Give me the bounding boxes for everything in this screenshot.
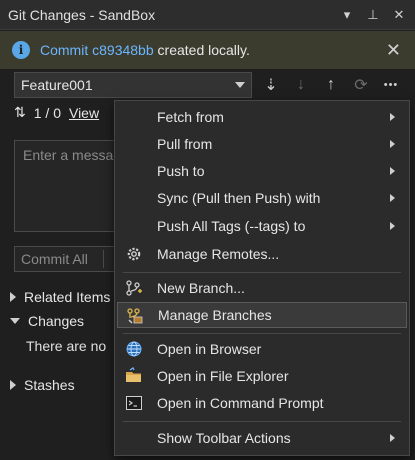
- menu-item-open-in-browser[interactable]: Open in Browser: [115, 336, 409, 362]
- menu-item-manage-branches[interactable]: Manage Branches: [117, 302, 407, 328]
- branch-name: Feature001: [21, 77, 93, 93]
- related-items-label: Related Items: [24, 289, 111, 305]
- fetch-icon[interactable]: ⇣: [262, 74, 280, 96]
- menu-item-push-to[interactable]: Push to: [115, 158, 409, 184]
- gear-icon: [125, 245, 143, 263]
- no-changes-text: There are no: [26, 338, 107, 354]
- menu-item-label: Manage Branches: [158, 307, 272, 323]
- commit-id-link[interactable]: c89348bb: [92, 42, 154, 58]
- expand-icon: [10, 292, 16, 302]
- expand-icon: [10, 380, 16, 390]
- chevron-right-icon: [390, 113, 395, 121]
- menu-separator: [123, 333, 401, 334]
- info-suffix: created locally.: [157, 42, 250, 58]
- menu-item-label: Push All Tags (--tags) to: [157, 218, 306, 234]
- stashes-label: Stashes: [24, 377, 75, 393]
- menu-item-label: Open in File Explorer: [157, 368, 289, 384]
- pin-icon[interactable]: ⊥: [365, 6, 381, 24]
- sync-arrows-icon: ⇅: [14, 104, 26, 120]
- folder-icon: [125, 367, 143, 385]
- outgoing-incoming-counts: 1 / 0: [33, 104, 61, 121]
- chevron-right-icon: [390, 194, 395, 202]
- info-message: Commit c89348bb created locally.: [40, 42, 250, 58]
- menu-separator: [123, 421, 401, 422]
- menu-item-label: Open in Browser: [157, 341, 262, 357]
- menu-item-label: Manage Remotes...: [157, 246, 280, 262]
- info-bar: i Commit c89348bb created locally. ✕: [0, 31, 415, 69]
- menu-separator: [123, 272, 401, 273]
- sync-icon[interactable]: ⟳: [352, 74, 370, 96]
- view-outgoing-link[interactable]: View: [69, 105, 99, 121]
- menu-item-manage-remotes[interactable]: Manage Remotes...: [115, 241, 409, 267]
- menu-item-label: Fetch from: [157, 109, 224, 125]
- menu-item-label: Pull from: [157, 136, 213, 152]
- section-changes[interactable]: Changes: [10, 313, 84, 329]
- menu-item-label: Show Toolbar Actions: [157, 430, 291, 446]
- globe-icon: [125, 340, 143, 358]
- menu-item-fetch-from[interactable]: Fetch from: [115, 104, 409, 130]
- sync-status: ⇅ 1 / 0 View: [14, 104, 99, 121]
- push-icon[interactable]: ↑: [322, 74, 340, 96]
- window-options-icon[interactable]: ▾: [339, 6, 355, 24]
- commit-prefix-link[interactable]: Commit: [40, 42, 88, 58]
- commit-all-button[interactable]: Commit All: [14, 246, 124, 272]
- pull-icon[interactable]: ↓: [292, 74, 310, 96]
- chevron-down-icon: [235, 82, 245, 88]
- menu-item-label: Sync (Pull then Push) with: [157, 190, 321, 206]
- section-related-items[interactable]: Related Items: [10, 289, 110, 305]
- terminal-icon: [125, 394, 143, 412]
- info-icon: i: [12, 41, 30, 59]
- branch-dropdown[interactable]: Feature001: [14, 72, 252, 98]
- section-stashes[interactable]: Stashes: [10, 377, 75, 393]
- git-toolbar: ⇣ ↓ ↑ ⟳ •••: [262, 72, 400, 98]
- commit-message-input[interactable]: Enter a message: [14, 140, 124, 232]
- menu-item-label: Push to: [157, 163, 205, 179]
- chevron-right-icon: [390, 434, 395, 442]
- new-branch-icon: [125, 279, 143, 297]
- commit-all-label: Commit All: [21, 251, 88, 267]
- chevron-right-icon: [390, 167, 395, 175]
- menu-item-label: Open in Command Prompt: [157, 395, 324, 411]
- close-icon[interactable]: ✕: [391, 6, 407, 24]
- menu-item-show-toolbar-actions[interactable]: Show Toolbar Actions: [115, 425, 409, 451]
- changes-label: Changes: [28, 313, 85, 329]
- menu-item-open-in-command-prompt[interactable]: Open in Command Prompt: [115, 390, 409, 416]
- more-icon[interactable]: •••: [382, 74, 400, 96]
- menu-item-open-in-file-explorer[interactable]: Open in File Explorer: [115, 363, 409, 389]
- menu-item-label: New Branch...: [157, 280, 245, 296]
- info-close-icon[interactable]: ✕: [386, 40, 401, 61]
- chevron-right-icon: [390, 222, 395, 230]
- tool-window-titlebar: Git Changes - SandBox ▾ ⊥ ✕: [0, 0, 415, 30]
- manage-branches-icon: [126, 307, 144, 325]
- collapse-icon: [10, 318, 20, 324]
- menu-item-new-branch[interactable]: New Branch...: [115, 275, 409, 301]
- git-actions-menu: Fetch from Pull from Push to Sync (Pull …: [114, 100, 410, 456]
- menu-item-push-all-tags[interactable]: Push All Tags (--tags) to: [115, 213, 409, 239]
- split-divider: [103, 250, 104, 268]
- window-title: Git Changes - SandBox: [8, 6, 156, 23]
- menu-item-pull-from[interactable]: Pull from: [115, 131, 409, 157]
- chevron-right-icon: [390, 140, 395, 148]
- menu-item-sync-with[interactable]: Sync (Pull then Push) with: [115, 185, 409, 211]
